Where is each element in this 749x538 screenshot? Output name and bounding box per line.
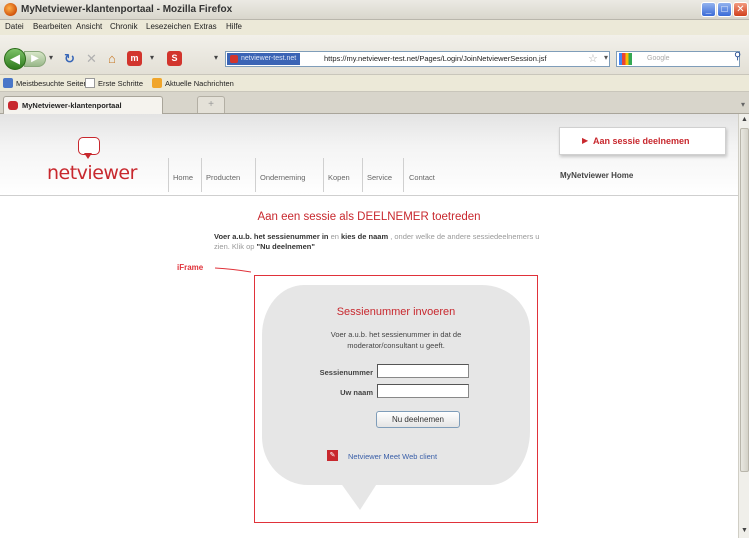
addon-dropdown-icon[interactable]: ▾: [150, 53, 154, 62]
new-tab-button[interactable]: +: [197, 96, 225, 113]
mynetviewer-home-link[interactable]: MyNetviewer Home: [560, 171, 633, 180]
tab-label: MyNetviewer-klantenportaal: [22, 101, 122, 110]
nav-contact[interactable]: Contact: [409, 173, 435, 182]
search-icon[interactable]: ⚲: [734, 51, 741, 62]
window-titlebar: MyNetviewer-klantenportaal - Mozilla Fir…: [0, 0, 749, 20]
intro-bold-1: Voer a.u.b. het sessienummer in: [214, 232, 329, 241]
play-arrow-icon: ▶: [582, 136, 589, 145]
menu-bearbeiten[interactable]: Bearbeiten: [33, 22, 72, 31]
most-visited-icon: [3, 78, 13, 88]
history-dropdown-icon[interactable]: ▾: [49, 53, 53, 62]
reload-icon[interactable]: ↻: [64, 52, 75, 66]
intro-text: Voer a.u.b. het sessienummer in en kies …: [214, 232, 544, 252]
session-form-title: Sessienummer invoeren: [336, 306, 456, 318]
address-bar[interactable]: netviewer-test.net https://my.netviewer-…: [225, 51, 610, 67]
maximize-button[interactable]: □: [717, 2, 732, 17]
tab-mynetviewer[interactable]: MyNetviewer-klantenportaal: [3, 96, 163, 114]
session-number-field[interactable]: [377, 364, 469, 378]
nav-kopen[interactable]: Kopen: [328, 173, 350, 182]
session-number-label: Sessienummer: [319, 368, 373, 377]
page-viewport: netviewer Home Producten Onderneming Kop…: [0, 114, 738, 538]
iframe-annotation-line: [215, 267, 251, 273]
search-input[interactable]: Google: [616, 51, 740, 67]
search-placeholder: Google: [647, 55, 670, 62]
name-field[interactable]: [377, 384, 469, 398]
forward-button[interactable]: ▶: [24, 51, 46, 67]
bookmark-getting-started[interactable]: Erste Schritte: [98, 79, 143, 88]
search-engine-icon[interactable]: [619, 53, 632, 65]
tab-list-icon[interactable]: ▾: [741, 100, 745, 109]
netviewer-logo-tail-icon: [84, 153, 92, 159]
menu-bar: Datei Bearbeiten Ansicht Chronik Lesezei…: [0, 20, 749, 35]
menu-hilfe[interactable]: Hilfe: [226, 22, 242, 31]
rss-icon: [152, 78, 162, 88]
site-identity-button[interactable]: netviewer-test.net: [227, 53, 301, 65]
page-icon: [85, 78, 95, 88]
scrollbar-thumb[interactable]: [740, 128, 749, 472]
scroll-down-icon[interactable]: ▼: [740, 526, 749, 536]
menu-lesezeichen[interactable]: Lesezeichen: [146, 22, 191, 31]
nav-divider: [362, 158, 363, 192]
netviewer-favicon-icon: [8, 101, 18, 110]
url-text[interactable]: https://my.netviewer-test.net/Pages/Logi…: [324, 54, 546, 63]
addon2-dropdown-icon[interactable]: ▾: [214, 53, 218, 62]
join-now-button[interactable]: Nu deelnemen: [376, 411, 460, 428]
intro-text-1: en: [328, 232, 341, 241]
join-session-button[interactable]: ▶ Aan sessie deelnemen: [559, 127, 726, 155]
minimize-button[interactable]: _: [701, 2, 716, 17]
nav-producten[interactable]: Producten: [206, 173, 240, 182]
netviewer-logo[interactable]: netviewer: [47, 162, 137, 184]
site-identity-label: netviewer-test.net: [241, 55, 297, 62]
name-label: Uw naam: [340, 388, 373, 397]
back-button[interactable]: ◀: [4, 48, 26, 70]
close-button[interactable]: ✕: [733, 2, 748, 17]
nav-divider: [323, 158, 324, 192]
web-client-icon[interactable]: ✎: [327, 450, 338, 461]
intro-bold-3: "Nu deelnemen": [256, 242, 315, 251]
nav-divider: [201, 158, 202, 192]
nav-divider: [255, 158, 256, 192]
bookmark-most-visited[interactable]: Meistbesuchte Seiten: [16, 79, 88, 88]
url-dropdown-icon[interactable]: ▾: [604, 53, 608, 62]
nav-home[interactable]: Home: [173, 173, 193, 182]
web-client-link[interactable]: Netviewer Meet Web client: [348, 452, 437, 461]
bookmark-latest-news[interactable]: Aktuelle Nachrichten: [165, 79, 234, 88]
nav-onderneming[interactable]: Onderneming: [260, 173, 305, 182]
page-title: Aan een sessie als DEELNEMER toetreden: [257, 211, 481, 223]
nav-service[interactable]: Service: [367, 173, 392, 182]
session-form-description: Voer a.u.b. het sessienummer in dat de m…: [330, 330, 462, 350]
scroll-up-icon[interactable]: ▲: [740, 115, 749, 125]
menu-datei[interactable]: Datei: [5, 22, 24, 31]
menu-extras[interactable]: Extras: [194, 22, 217, 31]
site-favicon-icon: [230, 55, 238, 63]
nav-divider: [168, 158, 169, 192]
addon-m-icon[interactable]: m: [127, 51, 142, 66]
iframe-annotation-label: iFrame: [177, 263, 204, 272]
menu-ansicht[interactable]: Ansicht: [76, 22, 102, 31]
intro-bold-2: kies de naam: [341, 232, 389, 241]
window-title: MyNetviewer-klantenportaal - Mozilla Fir…: [21, 4, 233, 15]
page-scrollbar[interactable]: ▲ ▼: [738, 114, 749, 538]
nav-divider: [403, 158, 404, 192]
speech-bubble-tail: [340, 482, 378, 510]
join-session-label: Aan sessie deelnemen: [593, 136, 690, 146]
menu-chronik[interactable]: Chronik: [110, 22, 138, 31]
firefox-icon: [4, 3, 17, 16]
stop-icon[interactable]: ✕: [86, 52, 97, 66]
bookmarks-toolbar: Meistbesuchte Seiten Erste Schritte Aktu…: [0, 75, 749, 92]
home-icon[interactable]: ⌂: [108, 52, 116, 66]
addon-s-icon[interactable]: S: [167, 51, 182, 66]
bookmark-star-icon[interactable]: ☆: [588, 52, 598, 65]
